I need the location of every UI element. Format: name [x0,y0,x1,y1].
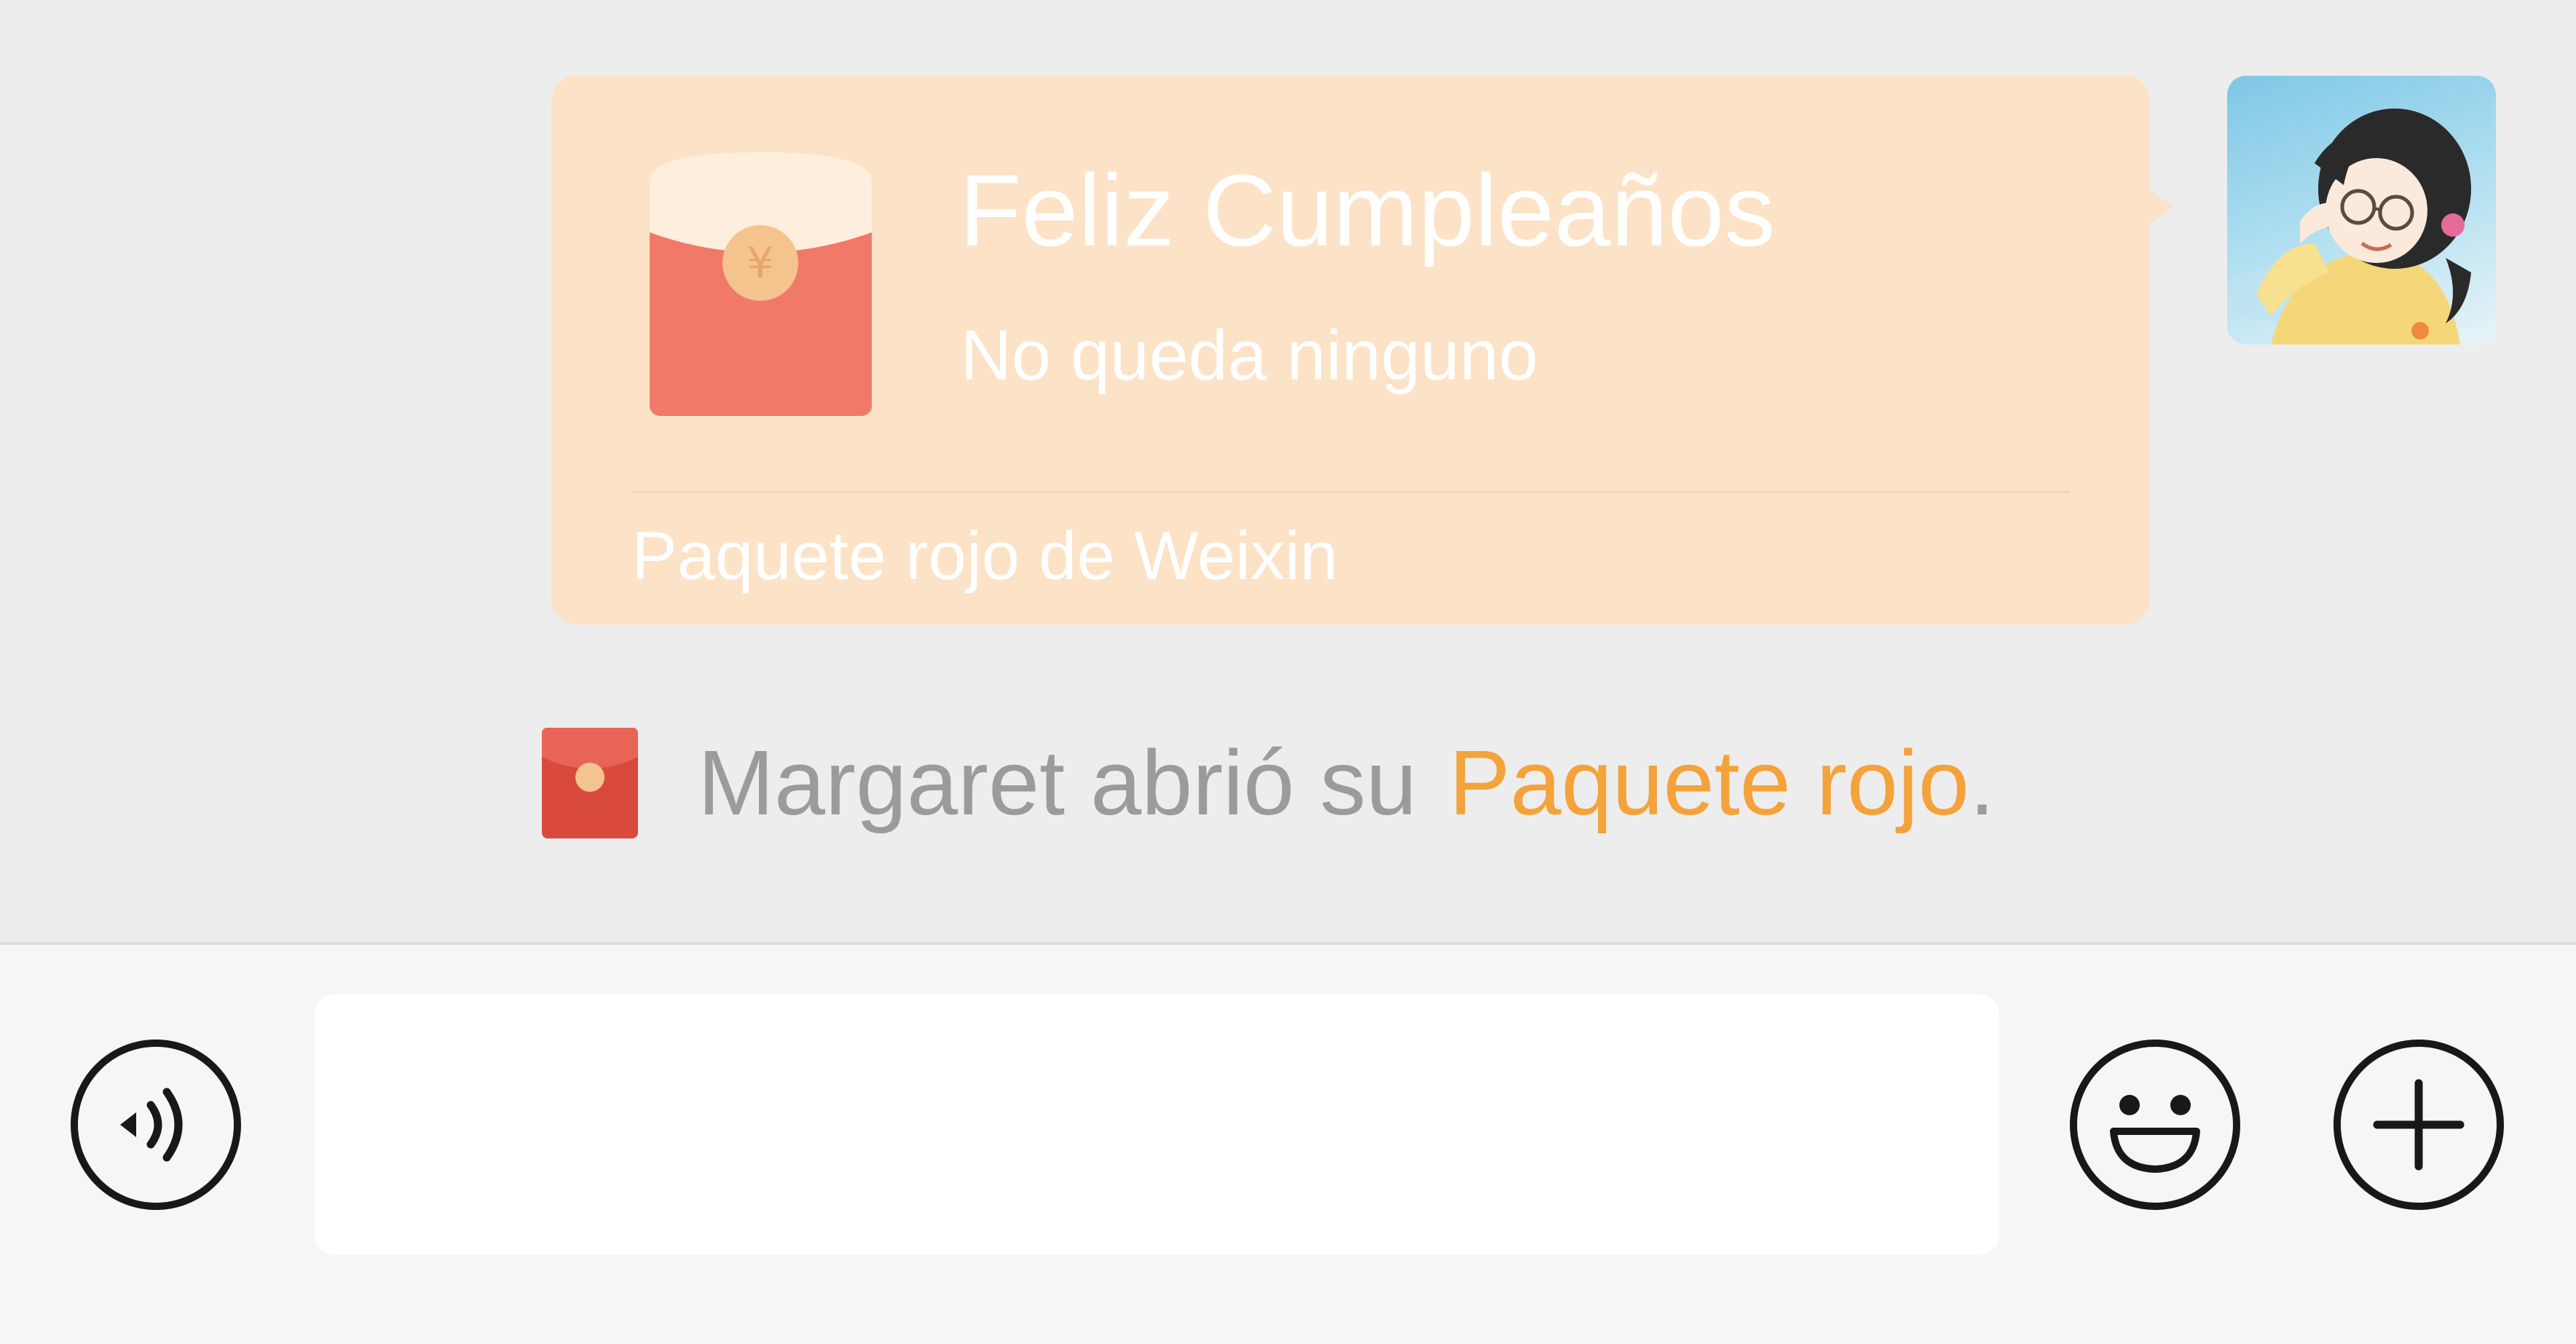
bubble-tail [2141,184,2173,230]
plus-icon [2333,1040,2504,1210]
voice-button[interactable] [69,1038,243,1211]
divider [631,491,2070,493]
svg-text:¥: ¥ [747,238,774,288]
message-input[interactable] [315,994,1999,1254]
emoji-button[interactable] [2068,1038,2242,1211]
plus-button[interactable] [2332,1038,2505,1211]
red-envelope-icon: ¥ [650,152,872,416]
avatar[interactable] [2227,76,2496,345]
emoji-icon [2070,1040,2240,1210]
chat-area: ¥ Feliz Cumpleaños No queda ninguno Paqu… [0,0,2576,942]
notice-period: . [1969,731,1996,834]
red-packet-link[interactable]: Paquete rojo [1449,737,1969,829]
input-bar [0,942,2576,1344]
small-red-packet-icon [542,728,638,838]
red-packet-source: Paquete rojo de Weixin [631,517,1339,594]
system-notice: Margaret abrió su Paquete rojo . [542,725,1995,841]
voice-icon [71,1040,241,1210]
red-packet-title: Feliz Cumpleaños [959,153,1776,267]
notice-text: Margaret abrió su [698,731,1417,834]
red-packet-status: No queda ninguno [961,315,1538,395]
red-packet-message[interactable]: ¥ Feliz Cumpleaños No queda ninguno Paqu… [551,76,2150,624]
